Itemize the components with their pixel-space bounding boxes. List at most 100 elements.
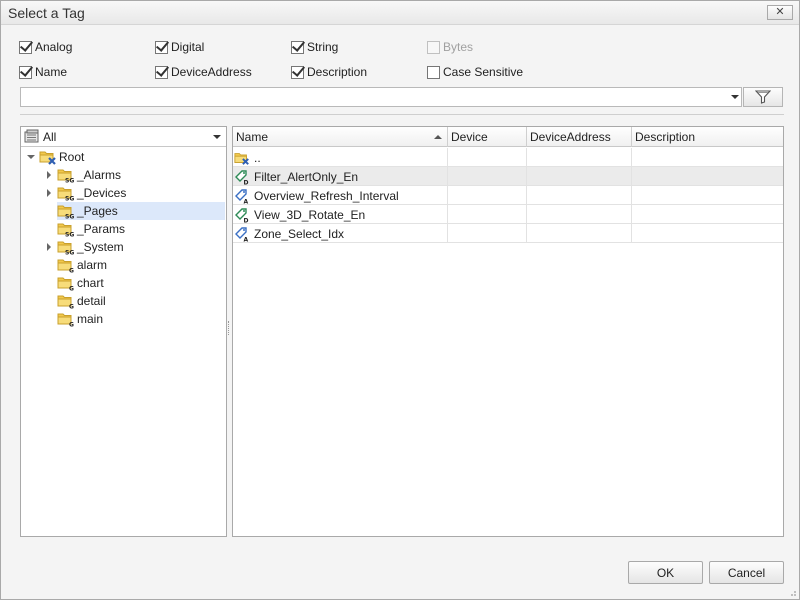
- svg-text:A: A: [244, 198, 249, 204]
- tree-node[interactable]: SG _System: [47, 238, 225, 257]
- scope-select[interactable]: All: [21, 127, 226, 147]
- expand-arrow-icon[interactable]: [47, 243, 51, 251]
- cell-text: View_3D_Rotate_En: [254, 207, 366, 222]
- group-folder-icon: G: [57, 295, 74, 311]
- group-folder-icon: G: [57, 277, 74, 293]
- cancel-button[interactable]: Cancel: [709, 561, 784, 584]
- expand-arrow-icon[interactable]: [47, 171, 51, 179]
- divider: [20, 114, 784, 115]
- cell-name: ..: [233, 148, 448, 167]
- funnel-icon: [755, 90, 771, 104]
- analog-checkbox[interactable]: Analog: [19, 39, 72, 55]
- svg-text:SG: SG: [65, 178, 74, 184]
- panel-splitter[interactable]: [228, 321, 231, 335]
- name-checkbox[interactable]: Name: [19, 64, 67, 80]
- apply-filter-button[interactable]: [743, 87, 783, 107]
- tree-node[interactable]: Gdetail: [57, 292, 225, 311]
- bytes-checkbox-box: [427, 40, 440, 54]
- cell-text: Overview_Refresh_Interval: [254, 188, 399, 203]
- table-row[interactable]: A Overview_Refresh_Interval: [233, 186, 783, 205]
- case-sensitive-checkbox[interactable]: Case Sensitive: [427, 64, 523, 80]
- svg-text:A: A: [244, 236, 249, 242]
- table-row[interactable]: A Zone_Select_Idx: [233, 224, 783, 243]
- tree-node-label: chart: [77, 276, 104, 290]
- cell-text: Zone_Select_Idx: [254, 226, 345, 241]
- name-checkbox-box[interactable]: [19, 65, 32, 79]
- tree-node[interactable]: SG _Devices: [47, 184, 225, 203]
- search-input[interactable]: [20, 87, 742, 107]
- table-row[interactable]: ..: [233, 148, 783, 167]
- tree-node-label: _Pages: [77, 204, 118, 218]
- folder-icon: [39, 149, 57, 165]
- tree-node-label: _Alarms: [77, 168, 122, 182]
- close-button[interactable]: ✕: [767, 5, 793, 20]
- svg-text:D: D: [244, 179, 249, 185]
- tree-node[interactable]: SG _Params: [57, 220, 225, 239]
- svg-text:SG: SG: [65, 232, 74, 238]
- cell-description: [632, 186, 783, 205]
- description-checkbox-box[interactable]: [291, 65, 304, 79]
- group-folder-icon: SG: [57, 187, 74, 203]
- column-header-name[interactable]: Name: [233, 127, 448, 147]
- description-checkbox-label: Description: [307, 65, 368, 79]
- folder-icon: SG: [57, 185, 75, 203]
- string-checkbox[interactable]: String: [291, 39, 338, 55]
- table-row[interactable]: D Filter_AlertOnly_En: [233, 167, 783, 186]
- folder-icon: SG: [57, 203, 75, 221]
- cell-device: [448, 167, 527, 186]
- tree-node-label: main: [77, 312, 104, 326]
- svg-text:SG: SG: [65, 250, 74, 256]
- column-header-description[interactable]: Description: [632, 127, 783, 147]
- device-address-checkbox-box[interactable]: [155, 65, 168, 79]
- ok-button[interactable]: OK: [628, 561, 703, 584]
- tag-list-grid[interactable]: Name Device DeviceAddress Description ..…: [232, 126, 784, 537]
- name-checkbox-label: Name: [35, 65, 68, 79]
- folder-icon: G: [57, 293, 75, 311]
- group-folder-icon: SG: [57, 223, 74, 239]
- expand-arrow-icon[interactable]: [47, 189, 51, 197]
- tree-node[interactable]: SG _Alarms: [47, 166, 225, 185]
- case-sensitive-checkbox-box[interactable]: [427, 65, 440, 79]
- folder-icon: SG: [57, 221, 75, 239]
- digital-tag-icon: D: [235, 169, 249, 186]
- tree-node[interactable]: Gchart: [57, 274, 225, 293]
- tree-node-label: detail: [77, 294, 106, 308]
- cell-device-address: [527, 148, 632, 167]
- svg-text:SG: SG: [65, 214, 74, 220]
- digital-checkbox[interactable]: Digital: [155, 39, 204, 55]
- chevron-down-icon[interactable]: [731, 95, 739, 99]
- chevron-down-icon[interactable]: [213, 135, 221, 139]
- column-header-device-address[interactable]: DeviceAddress: [527, 127, 632, 147]
- tree-node[interactable]: Galarm: [57, 256, 225, 275]
- cell-name: A Zone_Select_Idx: [233, 224, 448, 243]
- tag-type-icon: A: [234, 188, 250, 205]
- cell-name: D View_3D_Rotate_En: [233, 205, 448, 224]
- group-folder-icon: SG: [57, 169, 74, 185]
- tree-node-label: Root: [59, 150, 85, 164]
- tree-node[interactable]: Root: [27, 148, 225, 166]
- cell-device: [448, 224, 527, 243]
- svg-text:G: G: [69, 286, 74, 292]
- string-checkbox-box[interactable]: [291, 40, 304, 54]
- cell-description: [632, 224, 783, 243]
- digital-tag-icon: D: [235, 207, 249, 224]
- svg-text:G: G: [69, 304, 74, 310]
- collapse-arrow-icon[interactable]: [27, 155, 35, 159]
- tag-group-tree[interactable]: All Root SG _Alarms SG _Devices SG _Pages SG _Pa…: [20, 126, 227, 537]
- analog-checkbox-box[interactable]: [19, 40, 32, 54]
- title-bar: Select a Tag ✕: [1, 1, 799, 25]
- ok-button-label: OK: [656, 565, 675, 580]
- sort-ascending-icon: [434, 135, 442, 139]
- column-header-device[interactable]: Device: [448, 127, 527, 147]
- device-address-checkbox[interactable]: DeviceAddress: [155, 64, 252, 80]
- cell-description: [632, 167, 783, 186]
- select-tag-dialog: Select a Tag ✕ Analog Digital String Byt…: [0, 0, 800, 600]
- description-checkbox[interactable]: Description: [291, 64, 367, 80]
- tree-node[interactable]: SG _Pages: [57, 202, 225, 221]
- grid-header: Name Device DeviceAddress Description: [233, 127, 783, 147]
- tree-node[interactable]: Gmain: [57, 310, 225, 329]
- svg-text:G: G: [69, 322, 74, 328]
- digital-checkbox-box[interactable]: [155, 40, 168, 54]
- table-row[interactable]: D View_3D_Rotate_En: [233, 205, 783, 224]
- resize-grip-icon[interactable]: [787, 587, 797, 597]
